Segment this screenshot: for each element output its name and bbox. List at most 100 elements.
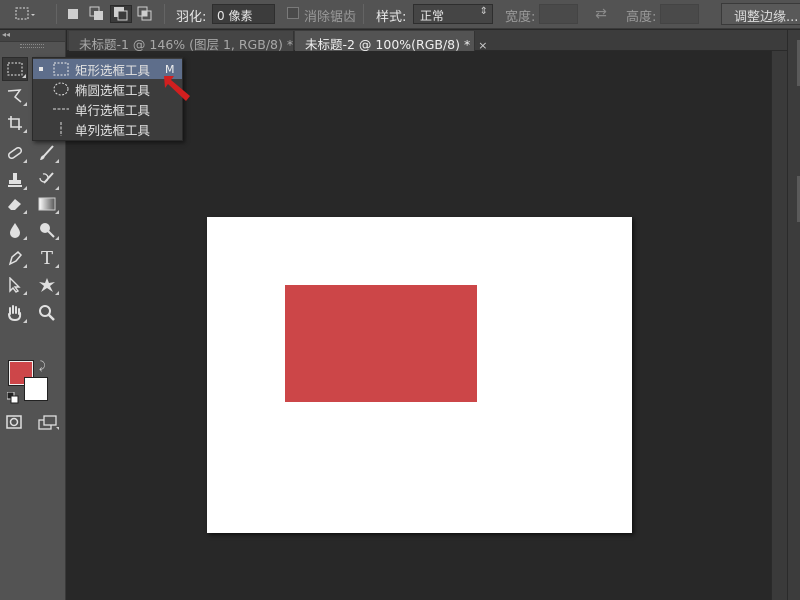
hand-icon [8, 305, 22, 321]
rect-marquee-icon [15, 7, 35, 20]
zoom-tool[interactable] [34, 301, 60, 325]
pen-icon [8, 250, 23, 266]
type-tool[interactable]: T [34, 246, 60, 270]
background-color-swatch[interactable] [24, 377, 48, 401]
more-tools-indicator [55, 186, 59, 190]
more-tools-indicator [55, 210, 59, 214]
intersect-selection-icon [137, 6, 152, 21]
eraser-tool[interactable] [2, 192, 28, 216]
width-label: 宽度: [505, 10, 536, 25]
lasso-tool[interactable] [2, 84, 28, 108]
screen-mode-icon[interactable] [38, 415, 60, 431]
stamp-icon [8, 173, 22, 187]
swap-dimensions-icon[interactable]: ⇄ [592, 5, 610, 23]
more-tools-indicator [23, 102, 27, 106]
height-label: 高度: [626, 10, 657, 25]
more-tools-indicator [55, 236, 59, 240]
custom-shape-tool[interactable] [34, 273, 60, 297]
add-selection-icon [89, 6, 103, 20]
path-selection-tool[interactable] [2, 273, 28, 297]
intersect-selection-button[interactable] [136, 5, 154, 23]
more-tools-indicator [23, 236, 27, 240]
quick-mask-icon[interactable] [6, 415, 22, 429]
type-t-icon: T [40, 247, 53, 269]
current-tool-bullet [39, 67, 43, 71]
single-column-marquee-icon [60, 122, 62, 136]
feather-label: 羽化: [176, 10, 207, 25]
refine-edge-button[interactable]: 调整边缘... [721, 3, 800, 25]
healing-brush-tool[interactable] [2, 141, 28, 165]
blur-tool[interactable] [2, 218, 28, 242]
bandage-icon [7, 146, 23, 160]
crop-tool[interactable] [2, 111, 28, 135]
tab-label: 未标题-2 @ 100%(RGB/8) * [305, 37, 471, 52]
style-select[interactable]: 正常 ⇕ [413, 4, 493, 24]
default-colors-icon[interactable] [7, 392, 19, 404]
rect-marquee-tool[interactable] [2, 57, 28, 81]
brush-icon [40, 145, 54, 160]
more-tools-indicator [23, 291, 27, 295]
brush-tool[interactable] [34, 141, 60, 165]
polygon-lasso-icon [7, 89, 22, 103]
right-panel-dock [787, 30, 800, 600]
tab-document-1[interactable]: 未标题-1 @ 146% (图层 1, RGB/8) *× [69, 31, 310, 52]
water-drop-icon [10, 223, 20, 238]
subtract-from-selection-button[interactable] [110, 5, 132, 23]
splat-shape-icon [39, 278, 55, 292]
document-canvas[interactable] [207, 217, 632, 533]
crop-icon [8, 116, 22, 130]
tab-label: 未标题-1 @ 146% (图层 1, RGB/8) * [79, 37, 294, 52]
width-input[interactable] [539, 4, 578, 24]
history-brush-tool[interactable] [34, 168, 60, 192]
select-arrows-icon: ⇕ [479, 6, 488, 17]
subtract-selection-icon [114, 7, 128, 21]
gradient-tool[interactable] [34, 192, 60, 216]
more-tools-indicator [23, 159, 27, 163]
flyout-item-single-column-marquee[interactable]: 单列选框工具 [33, 119, 182, 139]
gradient-icon [38, 197, 56, 211]
pen-tool[interactable] [2, 246, 28, 270]
height-input[interactable] [660, 4, 699, 24]
add-to-selection-button[interactable] [88, 5, 106, 23]
style-label: 样式: [376, 10, 407, 25]
toolbox-collapse[interactable]: ◂◂ [0, 30, 65, 42]
new-selection-button[interactable] [64, 5, 82, 23]
more-tools-indicator [23, 319, 27, 323]
more-tools-indicator [55, 159, 59, 163]
swap-colors-icon[interactable]: ⤸ [39, 359, 46, 373]
clone-stamp-tool[interactable] [2, 168, 28, 192]
vertical-scrollbar[interactable] [771, 51, 787, 600]
tool-preset-picker[interactable] [14, 5, 36, 23]
antialias-checkbox[interactable] [287, 7, 299, 19]
ellipse-marquee-icon [53, 82, 69, 96]
style-select-value: 正常 [420, 9, 445, 23]
magnifier-icon [39, 305, 55, 321]
rect-marquee-icon [53, 62, 69, 76]
toolbox-grip[interactable] [20, 44, 44, 48]
document-tab-bar: 未标题-1 @ 146% (图层 1, RGB/8) *× 未标题-2 @ 10… [67, 30, 800, 52]
rect-marquee-icon [7, 62, 23, 76]
hand-tool[interactable] [2, 301, 28, 325]
new-selection-icon [68, 9, 78, 19]
tab-document-2[interactable]: 未标题-2 @ 100%(RGB/8) * × [295, 31, 487, 52]
separator [164, 4, 165, 24]
eraser-icon [8, 199, 21, 210]
more-tools-indicator [23, 210, 27, 214]
more-tools-indicator [55, 291, 59, 295]
history-brush-icon [39, 172, 54, 184]
single-row-marquee-icon [53, 108, 69, 110]
flyout-item-label: 单列选框工具 [75, 122, 151, 138]
options-bar: 羽化: 0 像素 消除锯齿 样式: 正常 ⇕ 宽度: ⇄ 高度: 调整边缘... [0, 0, 800, 29]
flyout-item-label: 椭圆选框工具 [75, 82, 151, 98]
dodge-icon [40, 223, 55, 238]
more-tools-indicator [23, 129, 27, 133]
flyout-item-label: 矩形选框工具 [75, 62, 151, 78]
antialias-label: 消除锯齿 [304, 10, 357, 25]
red-rectangle-shape [285, 285, 477, 402]
separator [56, 4, 57, 24]
dodge-tool[interactable] [34, 218, 60, 242]
more-tools-indicator [55, 264, 59, 268]
separator [363, 4, 364, 24]
feather-input[interactable]: 0 像素 [212, 4, 275, 24]
more-tools-indicator [23, 264, 27, 268]
